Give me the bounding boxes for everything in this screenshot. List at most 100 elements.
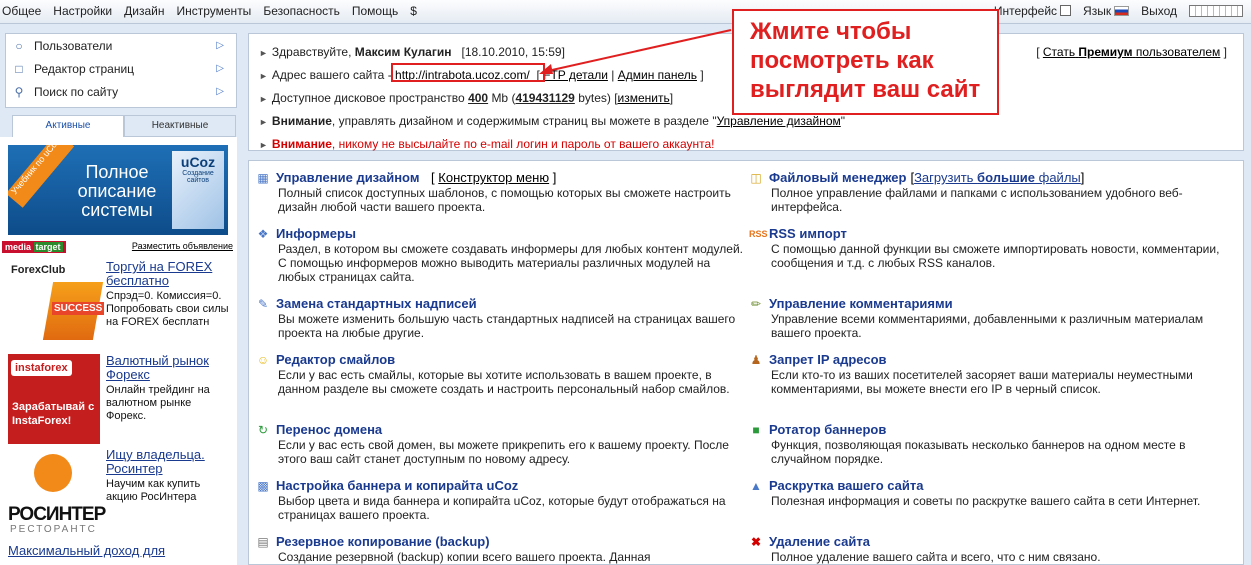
ad-instaforex[interactable]: instaforex Зарабатывай с InstaForex! Вал… (8, 354, 233, 446)
language-selector[interactable]: Язык (1083, 4, 1130, 18)
upload-big-files-link[interactable]: Загрузить большие файлы (914, 170, 1081, 185)
ban-users-icon: ♟ (750, 353, 762, 367)
premium-link[interactable]: Стать Премиум пользователем (1043, 45, 1220, 59)
search-icon: ⚲ (14, 84, 24, 99)
arrow-right-icon: ▷ (216, 40, 224, 51)
book-subtitle: Создание сайтов (182, 170, 214, 184)
ad-title[interactable]: Торгуй на FOREX бесплатно (106, 260, 231, 288)
module-title[interactable]: Запрет IP адресов (769, 352, 887, 367)
module-title: Управление дизайном [ Конструктор меню ] (276, 170, 556, 185)
module-title[interactable]: Управление комментариями (769, 296, 953, 311)
nav-item-page-editor[interactable]: □ Редактор страниц ▷ (6, 57, 236, 80)
module-title[interactable]: Информеры (276, 226, 356, 241)
file-manager-title-link[interactable]: Файловый менеджер (769, 170, 906, 185)
modules-panel: ▦ Управление дизайном [ Конструктор меню… (248, 160, 1244, 565)
tab-active[interactable]: Активные (12, 115, 124, 137)
top-menu: Общее Настройки Дизайн Инструменты Безоп… (2, 4, 417, 18)
interface-checkbox[interactable] (1060, 5, 1072, 16)
design-management-link[interactable]: Управление дизайном (717, 114, 841, 128)
premium-link-text-2: пользователем (1135, 45, 1221, 59)
rosinter-image[interactable]: РОСИНТЕР РЕСТОРАНТС (8, 448, 106, 538)
upload-big-files-group: [Загрузить большие файлы] (910, 170, 1085, 185)
change-disk-link[interactable]: изменить (618, 91, 670, 105)
ucoz-tutorial-banner[interactable]: Учебник по uCoz Полное описание системы … (8, 145, 228, 235)
media-target-bar: media target Разместить объявление (0, 240, 237, 253)
module-title[interactable]: RSS импорт (769, 226, 847, 241)
design-notice-row: ► Внимание, управлять дизайном и содержим… (259, 114, 845, 128)
module-description: Полное удаление вашего сайта и всего, чт… (771, 550, 1101, 564)
nav-item-site-search[interactable]: ⚲ Поиск по сайту ▷ (6, 80, 236, 103)
nav-item-label: Поиск по сайту (34, 84, 119, 99)
module-description: Управление всеми комментариями, добавлен… (771, 312, 1204, 340)
module-title[interactable]: Удаление сайта (769, 534, 870, 549)
premium-link-text: Стать (1042, 45, 1076, 59)
arrow-right-icon: ▷ (216, 86, 224, 97)
domain-icon: ↻ (257, 423, 269, 437)
upload-text-end: файлы (1035, 170, 1081, 185)
left-sidebar-ads: Учебник по uCoz Полное описание системы … (0, 137, 237, 565)
language-label: Язык (1083, 4, 1112, 18)
tab-inactive[interactable]: Неактивные (124, 115, 236, 137)
module-title[interactable]: Редактор смайлов (276, 352, 395, 367)
menu-builder-link[interactable]: Конструктор меню (438, 170, 549, 185)
comments-icon: ✏ (750, 297, 762, 311)
greeting-row: ► Здравствуйте, Максим Кулагин [18.10.201… (259, 45, 565, 59)
disk-bytes-unit: bytes) (578, 91, 611, 105)
ad-title[interactable]: Валютный рынок Форекс (106, 354, 231, 382)
notice-end: " (840, 114, 846, 128)
media-target-logo: media target (2, 241, 66, 253)
menu-item-general[interactable]: Общее (2, 4, 41, 18)
menu-item-settings[interactable]: Настройки (53, 4, 112, 18)
module-title[interactable]: Настройка баннера и копирайта uCoz (276, 478, 518, 493)
delete-icon: ✖ (750, 535, 762, 549)
greeting-text: Здравствуйте, (271, 45, 352, 59)
top-menu-bar: Общее Настройки Дизайн Инструменты Безоп… (0, 0, 1251, 24)
ad-title[interactable]: Ищу владельца. Росинтер (106, 448, 231, 476)
ad-description: Онлайн трейдинг на валютном рынке Форекс… (106, 384, 210, 422)
menu-item-help[interactable]: Помощь (352, 4, 398, 18)
menu-item-tools[interactable]: Инструменты (176, 4, 251, 18)
notice-bold: Внимание (271, 114, 332, 128)
design-management-title-link[interactable]: Управление дизайном (276, 170, 419, 185)
ad-forexclub[interactable]: ForexClub SUCCESS Торгуй на FOREX беспла… (8, 260, 233, 352)
premium-link-bold: Премиум (1078, 45, 1133, 59)
menu-item-dollar[interactable]: $ (410, 4, 417, 18)
ad-rosinter[interactable]: РОСИНТЕР РЕСТОРАНТС Ищу владельца. Росин… (8, 448, 233, 540)
zoom-slider[interactable] (1189, 5, 1243, 17)
module-title[interactable]: Ротатор баннеров (769, 422, 886, 437)
module-description: С помощью данной функции вы сможете импо… (771, 242, 1220, 270)
disk-space-label: Доступное дисковое пространство (271, 91, 465, 105)
place-ad-link[interactable]: Разместить объявление (132, 241, 233, 251)
book-title: uCoz (180, 154, 216, 170)
smiley-icon: ☺ (256, 353, 270, 367)
instaforex-image-text: Зарабатывай с InstaForex! (12, 401, 95, 427)
promo-icon: ▲ (750, 479, 762, 493)
menu-item-design[interactable]: Дизайн (124, 4, 164, 18)
logout-link[interactable]: Выход (1141, 4, 1177, 18)
site-address-label: Адрес вашего сайта - (271, 68, 392, 82)
rosinter-logo-sub: РЕСТОРАНТС (10, 524, 97, 535)
module-description: Функция, позволяющая показывать нескольк… (771, 438, 1186, 466)
module-title[interactable]: Раскрутка вашего сайта (769, 478, 923, 493)
rosinter-emblem (34, 454, 72, 492)
module-title[interactable]: Резервное копирование (backup) (276, 534, 490, 549)
interface-toggle[interactable]: Интерфейс (993, 4, 1072, 18)
callout-line-3: выглядит ваш сайт (750, 76, 981, 103)
forexclub-image[interactable]: ForexClub SUCCESS (8, 260, 105, 350)
nav-item-users[interactable]: ○ Пользователи ▷ (6, 34, 236, 57)
module-title[interactable]: Замена стандартных надписей (276, 296, 477, 311)
module-description: Если у вас есть свой домен, вы можете пр… (278, 438, 729, 466)
ucoz-book-image: uCoz Создание сайтов (172, 151, 224, 229)
ad-bottom-link[interactable]: Максимальный доход для (8, 544, 208, 558)
banner-text: Полное описание системы (77, 162, 157, 220)
page-icon: □ (15, 61, 23, 76)
warning-text: , никому не высылайте по e-mail логин и … (331, 137, 715, 151)
bullet-icon: ► (259, 117, 268, 127)
module-title[interactable]: Перенос домена (276, 422, 382, 437)
forexclub-logo: ForexClub (11, 264, 66, 276)
interface-label: Интерфейс (993, 4, 1058, 18)
menu-item-security[interactable]: Безопасность (263, 4, 340, 18)
module-description: Выбор цвета и вида баннера и копирайта u… (278, 494, 726, 522)
instaforex-image[interactable]: instaforex Зарабатывай с InstaForex! (8, 354, 100, 444)
instaforex-logo: instaforex (11, 360, 72, 376)
